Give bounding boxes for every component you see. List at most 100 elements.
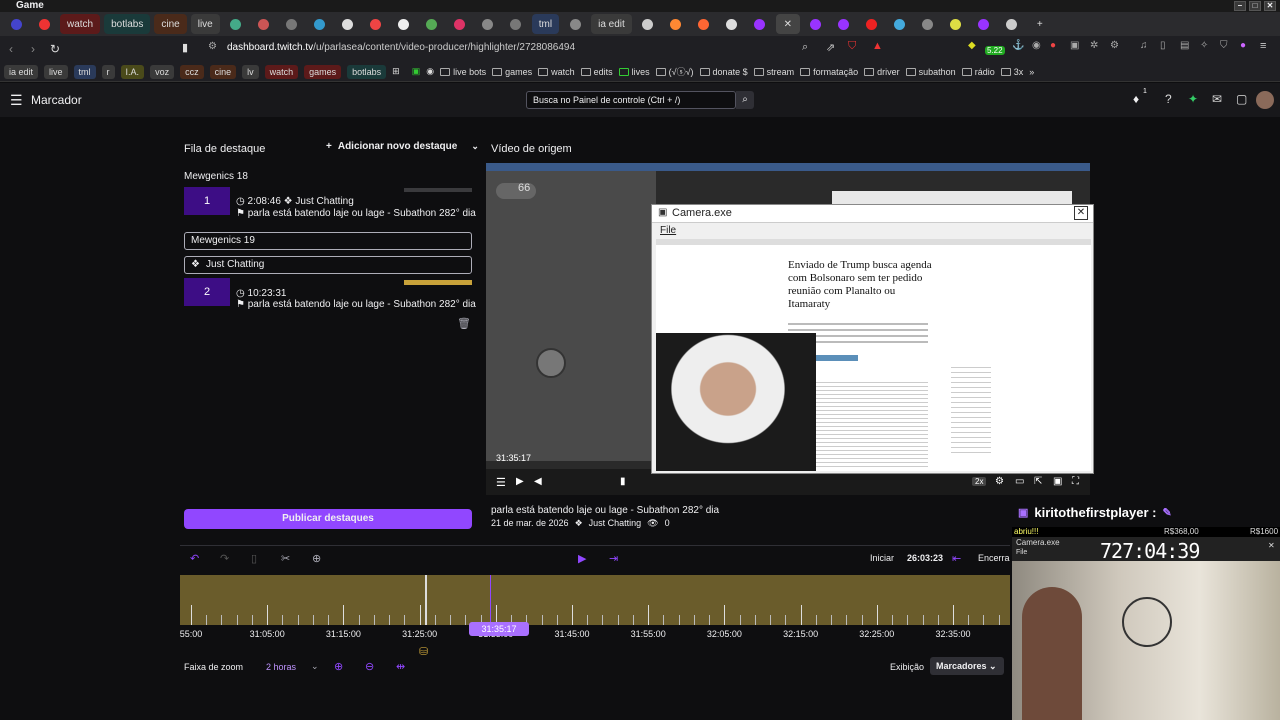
play-icon[interactable]: ▶ — [516, 476, 524, 487]
whispers-icon[interactable]: ▢ — [1236, 92, 1247, 106]
tab-favicon-8[interactable] — [364, 14, 388, 34]
extension-badge[interactable]: 5.22 — [985, 46, 1005, 55]
brave-shield-icon[interactable]: ⛉ — [848, 40, 856, 53]
bookmark-pill[interactable]: botlabs — [347, 64, 387, 79]
tab-group-live[interactable]: live — [190, 14, 220, 34]
undo-icon[interactable]: ↶ — [190, 552, 199, 565]
clip-item-2[interactable]: 2 ◷ 10:23:31 ⚑ parla está batendo laje o… — [184, 278, 476, 310]
tab-favicon-27[interactable] — [1000, 14, 1024, 34]
tab-favicon-1[interactable] — [4, 14, 28, 34]
add-marker-icon[interactable]: ⊕ — [312, 552, 321, 565]
close-window-button[interactable]: ✕ — [1264, 1, 1276, 11]
highlight-title-input[interactable]: Mewgenics 19 — [184, 232, 472, 250]
new-tab-button[interactable]: + — [1028, 14, 1052, 34]
bookmark-folder[interactable]: watch — [538, 67, 575, 77]
minimize-button[interactable]: – — [1234, 1, 1246, 11]
bookmark-folder[interactable]: edits — [580, 67, 613, 77]
tab-favicon-3[interactable] — [224, 14, 248, 34]
tab-favicon-14[interactable] — [563, 14, 587, 34]
bookmark-folder[interactable]: formatação — [800, 67, 858, 77]
bookmark-pill[interactable]: tml — [73, 64, 96, 79]
tab-favicon-4[interactable] — [252, 14, 276, 34]
trash-icon[interactable]: 🗑 — [457, 317, 471, 330]
start-time[interactable]: 26:03:23 — [907, 553, 943, 563]
extension-icon-3[interactable]: ◉ — [1032, 40, 1041, 51]
fit-icon[interactable]: ⇹ — [396, 660, 405, 673]
leo-icon[interactable]: ✧ — [1200, 40, 1208, 51]
tab-favicon-5[interactable] — [280, 14, 304, 34]
bookmark-folder[interactable]: games — [492, 67, 532, 77]
bookmark-icon[interactable]: ▮ — [182, 41, 188, 54]
share-icon[interactable]: ⇗ — [826, 41, 835, 54]
extension-icon-1[interactable]: ◆ — [968, 40, 976, 51]
set-start-icon[interactable]: ⇤ — [952, 552, 961, 565]
camera-close-button[interactable]: ✕ — [1074, 206, 1088, 220]
tab-group-ia-edit[interactable]: ia edit — [591, 14, 632, 34]
tab-favicon-23[interactable] — [888, 14, 912, 34]
markers-dropdown[interactable]: Marcadores ⌄ — [930, 657, 1004, 675]
zoom-out-icon[interactable]: ⊖ — [365, 660, 374, 673]
bookmark-icon-circle[interactable]: ◉ — [426, 66, 434, 77]
speed-badge[interactable]: 2x — [972, 477, 987, 486]
play-icon[interactable]: ▶ — [578, 552, 586, 565]
bookmark-pill[interactable]: voz — [150, 64, 175, 79]
tab-group-botlabs[interactable]: botlabs — [104, 14, 151, 34]
volume-icon[interactable]: ◀ — [534, 476, 542, 487]
jump-to-end-icon[interactable]: ⇥ — [609, 552, 618, 565]
camera-file-menu[interactable]: File — [660, 225, 676, 236]
bookmark-pill[interactable]: watch — [264, 64, 299, 79]
extension-icon-5[interactable]: ▣ — [1070, 40, 1079, 51]
playhead-time-badge[interactable]: 31:35:17 — [469, 622, 529, 636]
wallet-icon[interactable]: ▤ — [1180, 40, 1189, 51]
bookmark-folder[interactable]: 3x — [1000, 67, 1023, 77]
tab-active-close[interactable]: ✕ — [775, 14, 800, 34]
tab-group-tml[interactable]: tml — [531, 14, 560, 34]
forward-arrow-icon[interactable]: › — [22, 42, 44, 56]
rewards-icon[interactable]: ▲ — [872, 40, 883, 52]
bookmark-pill[interactable]: lv — [242, 64, 259, 79]
tab-favicon-18[interactable] — [720, 14, 744, 34]
settings-gear-icon[interactable]: ⚙ — [995, 476, 1004, 487]
tab-favicon-2[interactable] — [32, 14, 56, 34]
bookmark-folder[interactable]: driver — [864, 67, 900, 77]
inbox-icon[interactable]: ✉ — [1212, 92, 1222, 106]
profile-icon[interactable]: ● — [1240, 40, 1246, 51]
tab-favicon-7[interactable] — [336, 14, 360, 34]
tab-favicon-15[interactable] — [636, 14, 660, 34]
bookmark-pill[interactable]: r — [101, 64, 115, 79]
zoom-icon[interactable]: ⌕ — [802, 41, 808, 54]
tab-group-cine[interactable]: cine — [154, 14, 187, 34]
publish-highlights-button[interactable]: Publicar destaques — [184, 509, 472, 529]
music-icon[interactable]: ♫ — [1140, 40, 1148, 51]
menu-icon[interactable]: ≡ — [1260, 40, 1266, 52]
playlist-icon[interactable]: ☰ — [496, 476, 506, 489]
bookmark-pill[interactable]: cine — [209, 64, 237, 79]
hamburger-menu-icon[interactable]: ☰ — [10, 92, 23, 109]
bookmark-folder[interactable]: (√ⓢ√) — [655, 65, 694, 78]
zoom-in-icon[interactable]: ⊕ — [334, 660, 343, 673]
sparkle-icon[interactable]: ✦ — [1188, 92, 1198, 106]
popout-icon[interactable]: ⇱ — [1034, 476, 1042, 487]
scissors-icon[interactable]: ✂ — [281, 552, 290, 565]
tab-favicon-24[interactable] — [916, 14, 940, 34]
search-icon[interactable]: ⌕ — [736, 91, 754, 109]
apps-grid-icon[interactable]: ⊞ — [392, 66, 400, 77]
theater-icon[interactable]: ▭ — [1015, 476, 1024, 487]
tab-favicon-19[interactable] — [748, 14, 772, 34]
delete-icon[interactable]: ▯ — [251, 552, 257, 565]
timeline-track[interactable] — [180, 575, 1015, 625]
bookmark-icon-green[interactable]: ▣ — [412, 66, 421, 77]
extension-icon-4[interactable]: ● — [1050, 40, 1056, 51]
help-icon[interactable]: ? — [1165, 92, 1172, 106]
tab-favicon-22[interactable] — [860, 14, 884, 34]
tab-favicon-9[interactable] — [392, 14, 416, 34]
sidebar-icon[interactable]: ▯ — [1160, 40, 1166, 51]
tab-favicon-16[interactable] — [664, 14, 688, 34]
tab-favicon-20[interactable] — [804, 14, 828, 34]
notifications-icon[interactable]: ♦ — [1133, 92, 1139, 106]
extensions-puzzle-icon[interactable]: ✲ — [1090, 40, 1098, 51]
bookmark-pill[interactable]: ccz — [180, 64, 204, 79]
tab-group-watch[interactable]: watch — [60, 14, 101, 34]
bookmark-pill[interactable]: I.A. — [120, 64, 145, 79]
bookmark-folder[interactable]: donate $ — [699, 67, 748, 77]
